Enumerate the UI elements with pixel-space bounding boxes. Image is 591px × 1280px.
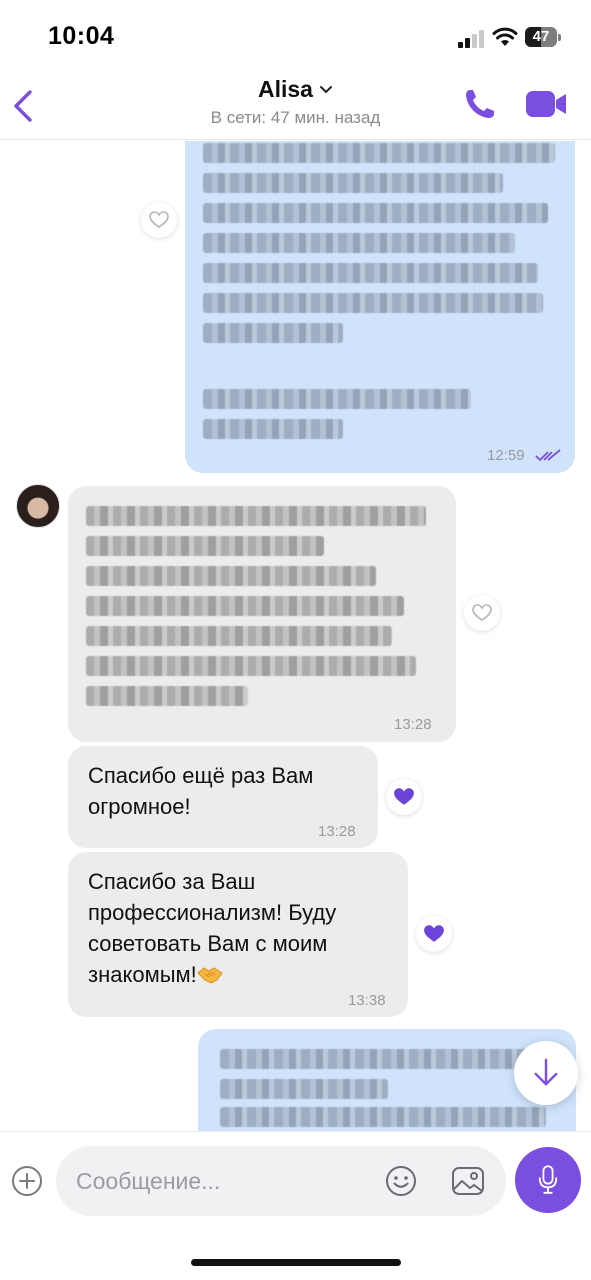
message-time: 12:59 xyxy=(487,447,525,464)
microphone-icon xyxy=(538,1165,558,1194)
outgoing-message[interactable]: 12:59 xyxy=(185,141,575,473)
avatar[interactable] xyxy=(16,484,60,528)
cellular-signal-icon xyxy=(458,30,486,48)
message-text: Спасибо ещё раз Вам огромное! xyxy=(88,763,314,819)
scroll-to-bottom-button[interactable] xyxy=(514,1041,578,1105)
like-button[interactable] xyxy=(416,916,452,952)
message-composer xyxy=(0,1131,591,1280)
double-check-icon xyxy=(535,449,561,462)
handshake-emoji-icon xyxy=(197,967,223,984)
clock: 10:04 xyxy=(48,22,115,50)
incoming-message[interactable]: Спасибо ещё раз Вам огромное! 13:28 xyxy=(68,746,378,848)
contact-name-button[interactable]: Alisa xyxy=(258,76,333,103)
battery-level: 47 xyxy=(532,28,550,45)
heart-outline-icon xyxy=(149,211,169,228)
arrow-down-icon xyxy=(534,1058,558,1086)
home-indicator xyxy=(191,1259,401,1266)
message-text-block: Спасибо за Ваш профессионализм! Буду сов… xyxy=(88,866,336,990)
message-time: 13:28 xyxy=(394,716,432,733)
plus-circle-icon[interactable] xyxy=(10,1164,44,1198)
message-input[interactable] xyxy=(76,1146,376,1216)
message-time: 13:38 xyxy=(348,992,386,1009)
like-button[interactable] xyxy=(141,202,177,238)
contact-name: Alisa xyxy=(258,76,313,102)
gallery-icon[interactable] xyxy=(450,1164,486,1198)
heart-filled-icon xyxy=(424,925,444,942)
chevron-down-icon xyxy=(319,85,332,93)
wifi-icon xyxy=(492,27,518,46)
like-button[interactable] xyxy=(464,595,500,631)
like-button[interactable] xyxy=(386,779,422,815)
message-time: 13:28 xyxy=(318,823,356,840)
chat-header: Alisa В сети: 47 мин. назад xyxy=(0,70,591,140)
presence-status: В сети: 47 мин. назад xyxy=(210,108,381,127)
incoming-message[interactable]: 13:28 xyxy=(68,486,456,742)
heart-outline-icon xyxy=(472,604,492,621)
contact-name-row: Alisa xyxy=(0,76,591,103)
battery-icon: 47 xyxy=(525,27,561,47)
voice-message-button[interactable] xyxy=(515,1147,581,1213)
incoming-message[interactable]: Спасибо за Ваш профессионализм! Буду сов… xyxy=(68,852,408,1017)
video-camera-icon[interactable] xyxy=(524,88,568,120)
status-bar: 10:04 47 xyxy=(0,0,591,70)
heart-filled-icon xyxy=(394,788,414,805)
phone-icon[interactable] xyxy=(462,86,498,122)
message-input-container xyxy=(56,1146,506,1216)
message-list[interactable]: 12:59 13:28 Спасибо ещё раз Вам огромное… xyxy=(0,141,591,1131)
smiley-icon[interactable] xyxy=(384,1164,418,1198)
